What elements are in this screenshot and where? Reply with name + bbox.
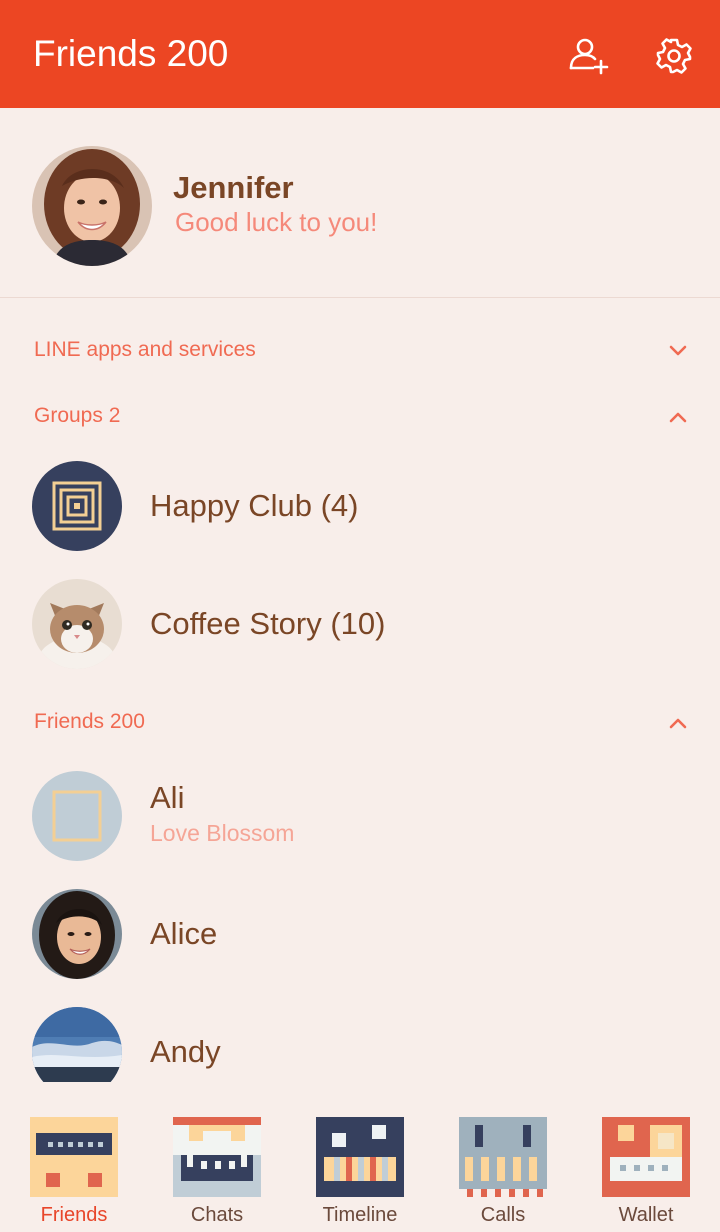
section-friends[interactable]: Friends 200 [0, 697, 720, 747]
default-avatar [32, 771, 122, 861]
bottom-tab-bar: Friends Chats Timeline Calls Wallet [0, 1104, 720, 1232]
section-line-apps[interactable]: LINE apps and services [0, 325, 720, 375]
group-name: Happy Club (4) [150, 488, 359, 523]
friend-name: Ali [150, 780, 185, 815]
group-avatar [32, 461, 122, 551]
timeline-tab-icon [316, 1117, 404, 1197]
group-row[interactable]: Happy Club (4) [0, 451, 720, 561]
friends-tab-icon [30, 1117, 118, 1197]
tab-chats[interactable]: Chats [157, 1104, 277, 1232]
section-label: Friends 200 [34, 710, 145, 733]
section-label: LINE apps and services [34, 338, 256, 361]
chevron-up-icon[interactable] [666, 711, 690, 735]
calls-tab-icon [459, 1117, 547, 1197]
chats-tab-icon [173, 1117, 261, 1197]
tab-timeline[interactable]: Timeline [300, 1104, 420, 1232]
tab-label: Wallet [618, 1204, 674, 1226]
friend-name: Andy [150, 1034, 221, 1069]
tab-friends[interactable]: Friends [14, 1104, 134, 1232]
avatar [32, 146, 152, 266]
group-avatar [32, 579, 122, 669]
group-row[interactable]: Coffee Story (10) [0, 569, 720, 679]
tab-label: Friends [40, 1204, 108, 1226]
page-title: Friends 200 [33, 33, 229, 74]
tab-label: Chats [190, 1204, 244, 1226]
group-name: Coffee Story (10) [150, 606, 386, 641]
person-add-icon[interactable] [566, 34, 610, 78]
profile-name: Jennifer [173, 170, 294, 205]
avatar [32, 889, 122, 979]
friend-name: Alice [150, 916, 218, 951]
tab-label: Calls [480, 1204, 526, 1226]
tab-wallet[interactable]: Wallet [586, 1104, 706, 1232]
friend-list[interactable]: LINE apps and services Groups 2 Happy Cl… [0, 298, 720, 1082]
friend-row[interactable]: Alice [0, 879, 720, 989]
tab-label: Timeline [322, 1204, 398, 1226]
avatar [32, 1007, 122, 1082]
app-header: Friends 200 [0, 0, 720, 108]
section-label: Groups 2 [34, 404, 121, 427]
friend-row[interactable]: Andy [0, 997, 720, 1082]
friend-status-message: Love Blossom [150, 820, 295, 846]
gear-icon[interactable] [652, 34, 696, 78]
tab-calls[interactable]: Calls [443, 1104, 563, 1232]
wallet-tab-icon [602, 1117, 690, 1197]
friend-row[interactable]: Ali Love Blossom [0, 761, 720, 871]
profile-status-message: Good luck to you! [175, 207, 378, 237]
section-groups[interactable]: Groups 2 [0, 391, 720, 441]
chevron-down-icon[interactable] [666, 339, 690, 363]
chevron-up-icon[interactable] [666, 405, 690, 429]
my-profile[interactable]: Jennifer Good luck to you! [0, 108, 720, 298]
